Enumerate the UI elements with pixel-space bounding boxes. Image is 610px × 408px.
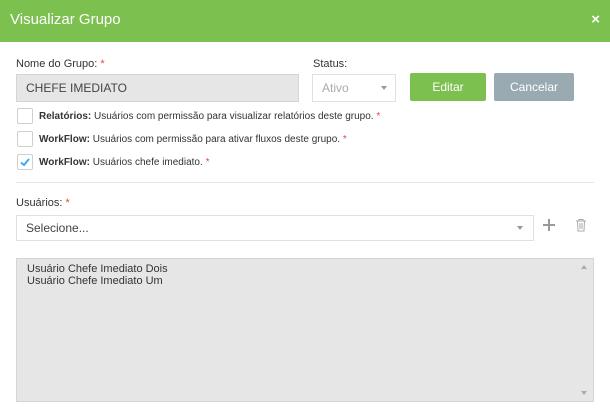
- add-user-icon[interactable]: [542, 218, 556, 237]
- list-item: Usuário Chefe Imediato Dois: [27, 263, 168, 275]
- permission-label: WorkFlow: Usuários chefe imediato. *: [39, 156, 210, 168]
- permission-reports[interactable]: Relatórios: Usuários com permissão para …: [17, 108, 380, 124]
- status-label: Status:: [313, 58, 348, 70]
- group-name-label: Nome do Grupo: *: [16, 58, 105, 70]
- checkbox[interactable]: [17, 108, 33, 124]
- dialog-header: Visualizar Grupo ×: [0, 0, 610, 42]
- checkbox[interactable]: [17, 131, 33, 147]
- group-name-input[interactable]: CHEFE IMEDIATO: [16, 74, 299, 102]
- status-select[interactable]: Ativo: [312, 74, 396, 102]
- chevron-down-icon: [517, 226, 523, 230]
- permission-workflow-chief[interactable]: WorkFlow: Usuários chefe imediato. *: [17, 154, 209, 170]
- checkbox-checked[interactable]: [17, 154, 33, 170]
- status-value: Ativo: [322, 81, 349, 95]
- permission-label: Relatórios: Usuários com permissão para …: [39, 110, 381, 122]
- users-list[interactable]: Usuário Chefe Imediato Dois Usuário Chef…: [16, 258, 594, 402]
- users-select-placeholder: Selecione...: [26, 221, 89, 235]
- close-icon[interactable]: ×: [591, 11, 600, 28]
- scroll-down-icon[interactable]: [581, 391, 587, 395]
- edit-button[interactable]: Editar: [410, 73, 486, 101]
- dialog-title: Visualizar Grupo: [10, 11, 121, 28]
- cancel-button[interactable]: Cancelar: [494, 73, 574, 101]
- list-item: Usuário Chefe Imediato Um: [27, 275, 163, 287]
- divider: [16, 182, 594, 183]
- trash-icon[interactable]: [575, 218, 587, 237]
- users-select[interactable]: Selecione...: [16, 215, 534, 241]
- permission-workflow-activate[interactable]: WorkFlow: Usuários com permissão para at…: [17, 131, 347, 147]
- permission-label: WorkFlow: Usuários com permissão para at…: [39, 133, 347, 145]
- scroll-up-icon[interactable]: [581, 265, 587, 269]
- users-label: Usuários: *: [16, 197, 70, 209]
- chevron-down-icon: [381, 86, 387, 90]
- check-icon: [20, 158, 30, 167]
